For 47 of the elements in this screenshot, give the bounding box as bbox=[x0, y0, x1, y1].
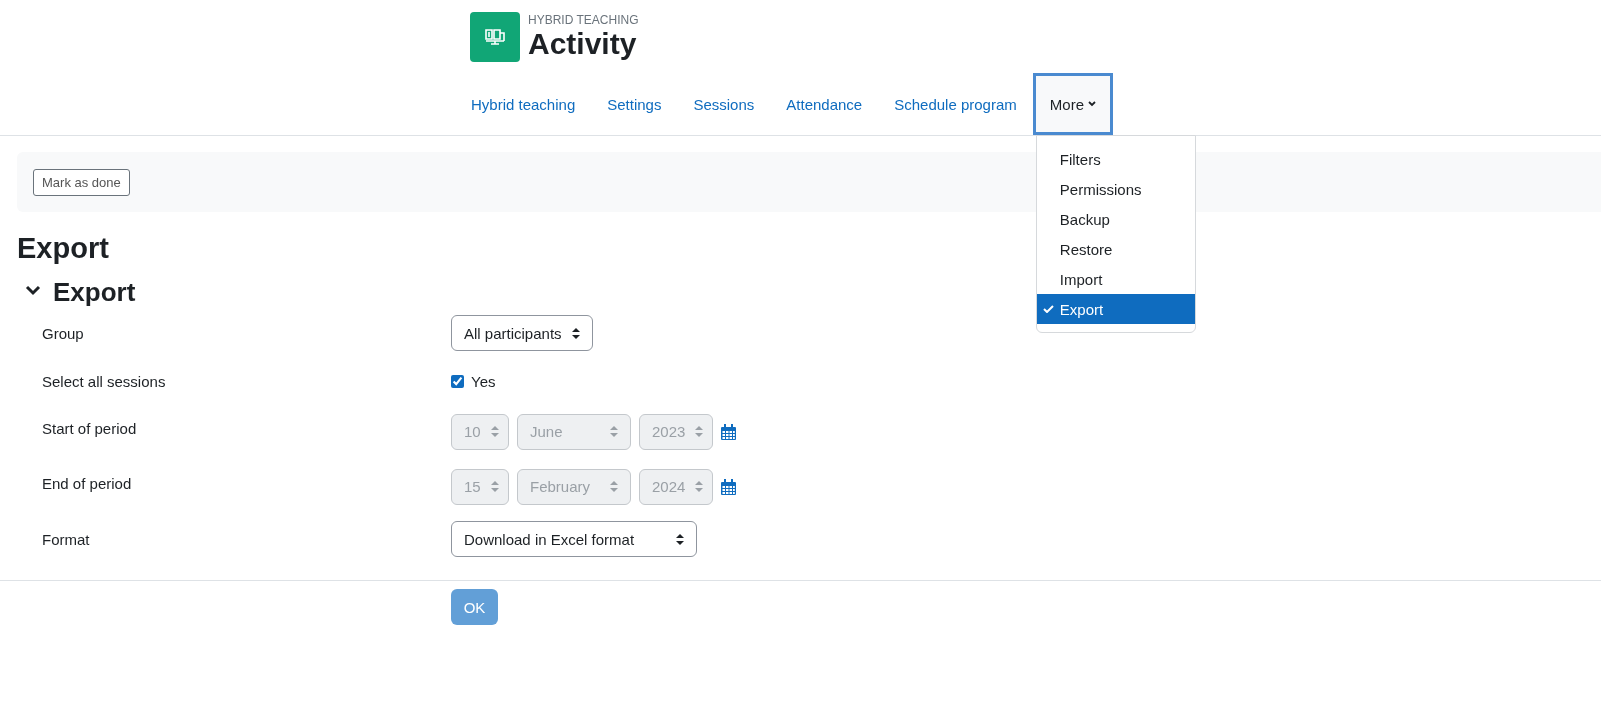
calendar-icon[interactable] bbox=[721, 423, 736, 440]
sort-arrows-icon bbox=[610, 481, 618, 492]
select-field[interactable]: All participants bbox=[451, 315, 593, 351]
nav-tab[interactable]: Hybrid teaching bbox=[455, 73, 592, 135]
menu-item[interactable]: Filters bbox=[1036, 144, 1195, 174]
checkbox-label: Yes bbox=[471, 372, 496, 390]
sort-arrows-icon bbox=[695, 426, 704, 437]
select-value: June bbox=[530, 423, 563, 440]
field-label: Start of period bbox=[41, 419, 138, 437]
select-value: 10 bbox=[464, 423, 481, 440]
select-field[interactable]: Download in Excel format bbox=[451, 521, 697, 557]
field-label: Select all sessions bbox=[41, 372, 167, 390]
nav-tab[interactable]: Attendance bbox=[770, 73, 879, 135]
activity-title: Activity bbox=[528, 27, 637, 61]
menu-item[interactable]: Import bbox=[1036, 264, 1195, 294]
checkmark-icon bbox=[1042, 304, 1054, 313]
field-label: Group bbox=[41, 324, 85, 342]
menu-item[interactable]: Backup bbox=[1036, 204, 1195, 234]
more-menu-button[interactable]: More bbox=[1032, 73, 1113, 135]
activity-type-label: HYBRID TEACHING bbox=[528, 13, 639, 27]
page-heading: Export bbox=[17, 232, 109, 265]
nav-tab[interactable]: Settings bbox=[591, 73, 678, 135]
section-heading: Export bbox=[53, 277, 136, 308]
sort-arrows-icon bbox=[490, 481, 499, 492]
sort-arrows-icon bbox=[571, 327, 580, 339]
sort-arrows-icon bbox=[610, 426, 618, 437]
sort-arrows-icon bbox=[695, 481, 704, 492]
checkbox[interactable] bbox=[451, 374, 464, 388]
nav-tab[interactable]: Sessions bbox=[677, 73, 771, 135]
sort-arrows-icon bbox=[676, 533, 684, 545]
select-value: February bbox=[530, 478, 591, 495]
mark-as-done-button[interactable]: Mark as done bbox=[33, 168, 130, 196]
menu-item[interactable]: Restore bbox=[1036, 234, 1195, 264]
select-value: All participants bbox=[464, 324, 562, 342]
caret-icon bbox=[1088, 101, 1096, 107]
book-screen-icon bbox=[484, 28, 506, 46]
select-value: 2023 bbox=[652, 423, 686, 440]
sort-arrows-icon bbox=[490, 426, 499, 437]
calendar-icon[interactable] bbox=[721, 478, 736, 495]
select-value: 15 bbox=[464, 478, 481, 495]
nav-tab[interactable]: Schedule program bbox=[878, 73, 1033, 135]
menu-item[interactable]: Permissions bbox=[1036, 174, 1195, 204]
field-label: End of period bbox=[41, 474, 133, 492]
field-label: Format bbox=[41, 530, 91, 548]
select-value: Download in Excel format bbox=[464, 530, 635, 548]
menu-item[interactable]: Export bbox=[1036, 294, 1195, 324]
select-value: 2024 bbox=[652, 478, 686, 495]
